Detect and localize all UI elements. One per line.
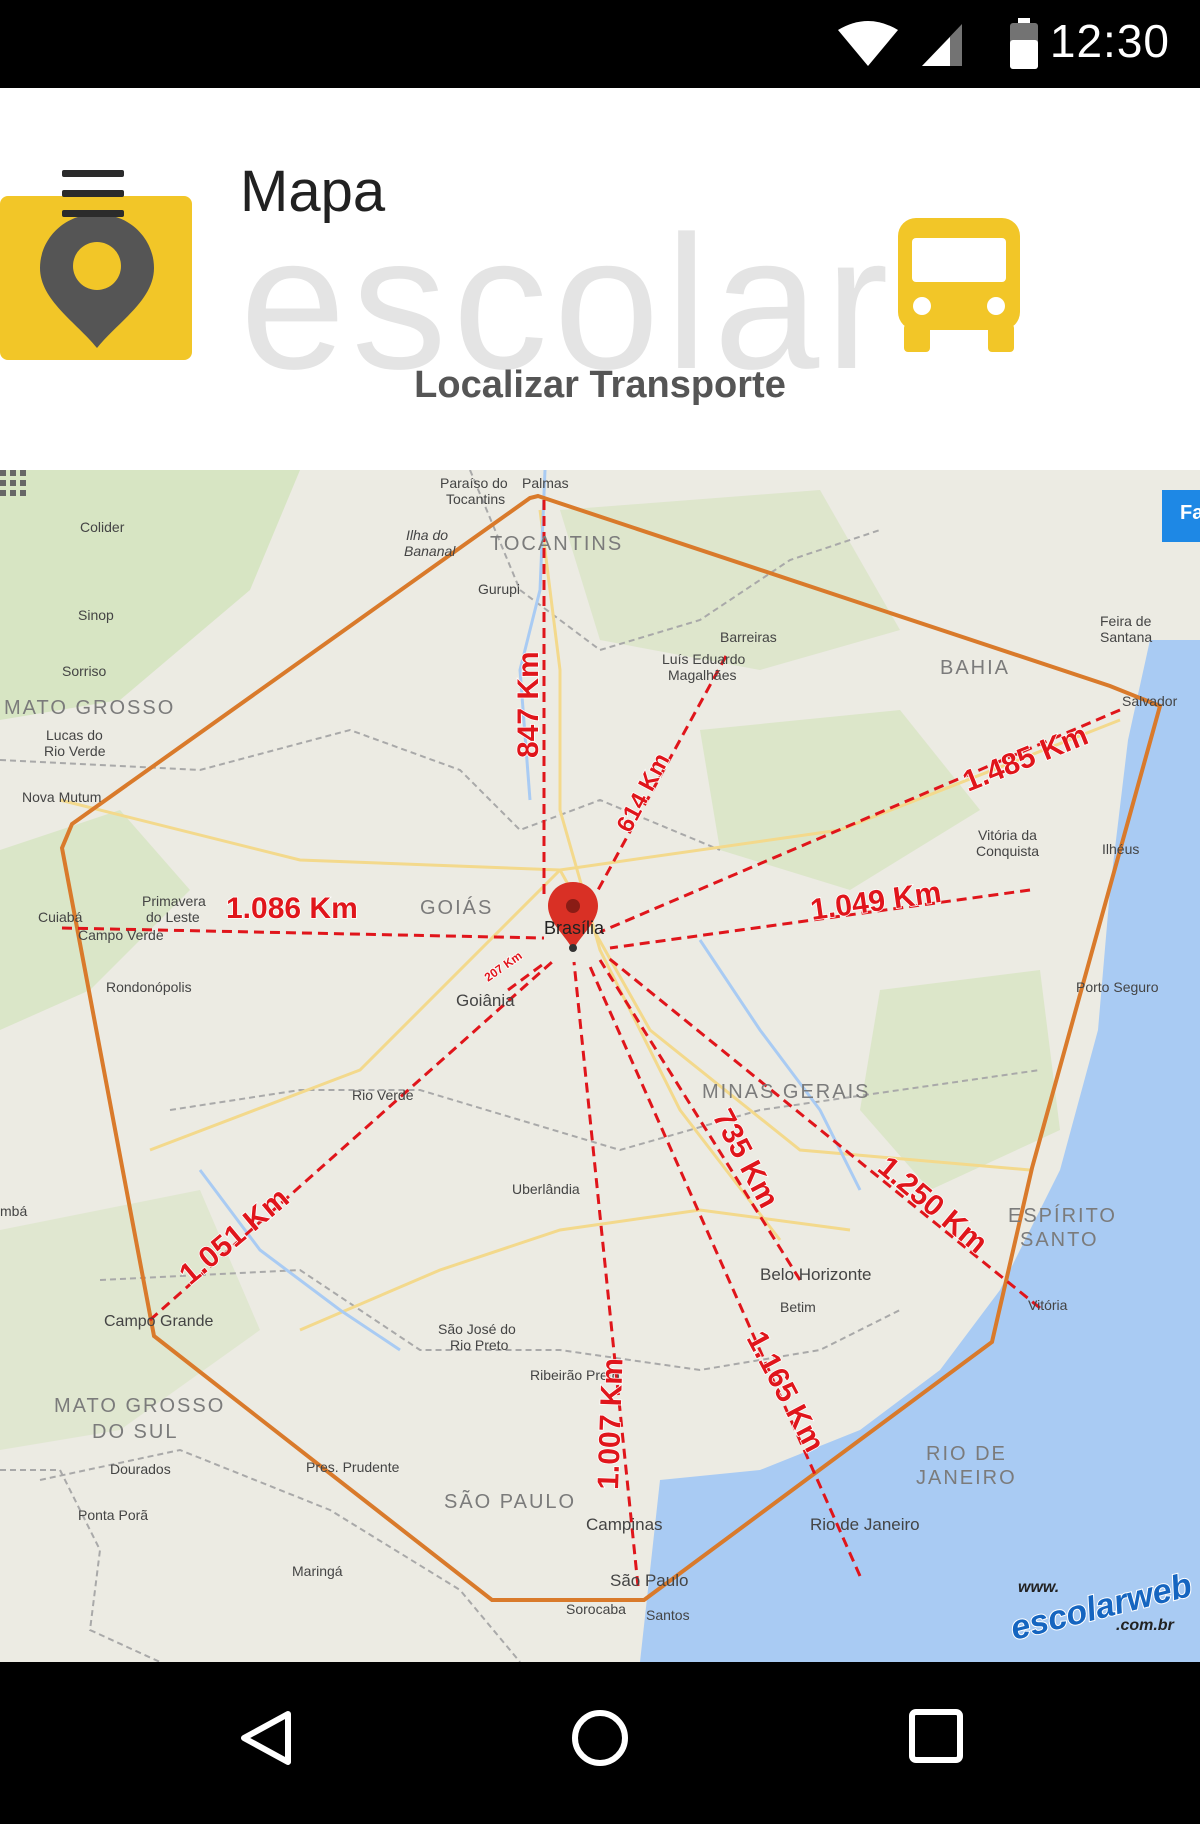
- city-label: Porto Seguro: [1076, 979, 1159, 995]
- city-label: São José do: [438, 1321, 516, 1337]
- signal-icon: [922, 24, 962, 66]
- city-label: Paraíso do: [440, 475, 508, 491]
- city-label: Goiânia: [456, 991, 515, 1010]
- city-label: Bananal: [404, 543, 456, 559]
- region-label: BAHIA: [940, 657, 1010, 679]
- city-label: Vitória da: [978, 827, 1037, 843]
- city-label: Rondonópolis: [106, 979, 192, 995]
- city-label: Nova Mutum: [22, 789, 101, 805]
- navigation-bar: [0, 1662, 1200, 1824]
- city-label: Ilhéus: [1102, 841, 1139, 857]
- city-label: Sinop: [78, 607, 114, 623]
- city-label: Salvador: [1122, 693, 1178, 709]
- city-label: Rio Verde: [352, 1087, 414, 1103]
- region-label: ESPÍRITO: [1008, 1204, 1117, 1227]
- city-label: Betim: [780, 1299, 816, 1315]
- distance-label: 847 Km: [512, 651, 545, 758]
- distance-label: 1.086 Km: [226, 892, 358, 925]
- city-label: Rio de Janeiro: [810, 1515, 920, 1534]
- map-side-tab[interactable]: Fa: [1162, 490, 1200, 542]
- region-label: MATO GROSSO: [4, 697, 175, 719]
- city-label: Brasília: [544, 918, 605, 938]
- region-label: MATO GROSSO: [54, 1395, 225, 1417]
- city-label: Uberlândia: [512, 1181, 580, 1197]
- city-label: Gurupi: [478, 581, 520, 597]
- region-label: JANEIRO: [916, 1467, 1017, 1489]
- city-label: São Paulo: [610, 1571, 688, 1590]
- city-label: Ponta Porã: [78, 1507, 148, 1523]
- region-label: GOIÁS: [420, 896, 493, 919]
- page-title: Mapa: [240, 159, 386, 224]
- battery-icon: [1010, 18, 1038, 69]
- distance-map[interactable]: TOCANTINS BAHIA MATO GROSSO GOIÁS MINAS …: [0, 470, 1200, 1662]
- region-label: DO SUL: [92, 1421, 178, 1443]
- city-label: Dourados: [110, 1461, 171, 1477]
- city-label: Magalhães: [668, 667, 737, 683]
- city-label: Sorocaba: [566, 1601, 626, 1617]
- region-label: TOCANTINS: [490, 533, 623, 555]
- city-label: Campinas: [586, 1515, 663, 1534]
- clock: 12:30: [1049, 15, 1170, 67]
- city-label: Belo Horizonte: [760, 1265, 872, 1284]
- distance-label: 1.007 Km: [592, 1357, 630, 1490]
- page-subtitle: Localizar Transporte: [414, 364, 786, 406]
- status-bar: 12:30: [0, 0, 1200, 88]
- city-label: Pres. Prudente: [306, 1459, 400, 1475]
- city-label: Palmas: [522, 475, 569, 491]
- location-pin-icon: [40, 214, 154, 348]
- recents-icon[interactable]: [908, 1708, 964, 1764]
- city-label: Lucas do: [46, 727, 103, 743]
- back-icon[interactable]: [238, 1708, 294, 1768]
- watermark-domain: .com.br: [1116, 1617, 1175, 1634]
- region-label: SÃO PAULO: [444, 1489, 576, 1513]
- city-label: Sorriso: [62, 663, 107, 679]
- city-label: Rio Verde: [44, 743, 106, 759]
- city-label: Ilha do: [406, 527, 448, 543]
- city-label: Conquista: [976, 843, 1039, 859]
- home-icon[interactable]: [570, 1708, 630, 1768]
- city-label: Cuiabá: [38, 909, 83, 925]
- city-label: Colider: [80, 519, 125, 535]
- app-header: escolar Mapa Localizar Transporte: [0, 88, 1200, 470]
- city-label: Barreiras: [720, 629, 777, 645]
- city-label: Vitória: [1028, 1297, 1068, 1313]
- city-label: Santos: [646, 1607, 690, 1623]
- city-label: Santana: [1100, 629, 1152, 645]
- city-label: Primavera: [142, 893, 206, 909]
- wifi-icon: [838, 21, 898, 66]
- region-label: SANTO: [1020, 1229, 1099, 1251]
- city-label: Tocantins: [446, 491, 505, 507]
- city-label: Rio Preto: [450, 1337, 509, 1353]
- bus-icon: [898, 218, 1020, 352]
- region-label: RIO DE: [926, 1443, 1007, 1465]
- city-label: Maringá: [292, 1563, 343, 1579]
- city-label: Campo Verde: [78, 927, 164, 943]
- apps-grid-icon[interactable]: [0, 470, 26, 496]
- city-label: mbá: [0, 1203, 27, 1219]
- region-label: MINAS GERAIS: [702, 1081, 870, 1103]
- city-label: Luís Eduardo: [662, 651, 745, 667]
- hamburger-menu-icon[interactable]: [62, 170, 126, 226]
- city-label: Campo Grande: [104, 1313, 213, 1330]
- city-label: do Leste: [146, 909, 200, 925]
- watermark-www: www.: [1018, 1579, 1059, 1596]
- city-label: Feira de: [1100, 613, 1152, 629]
